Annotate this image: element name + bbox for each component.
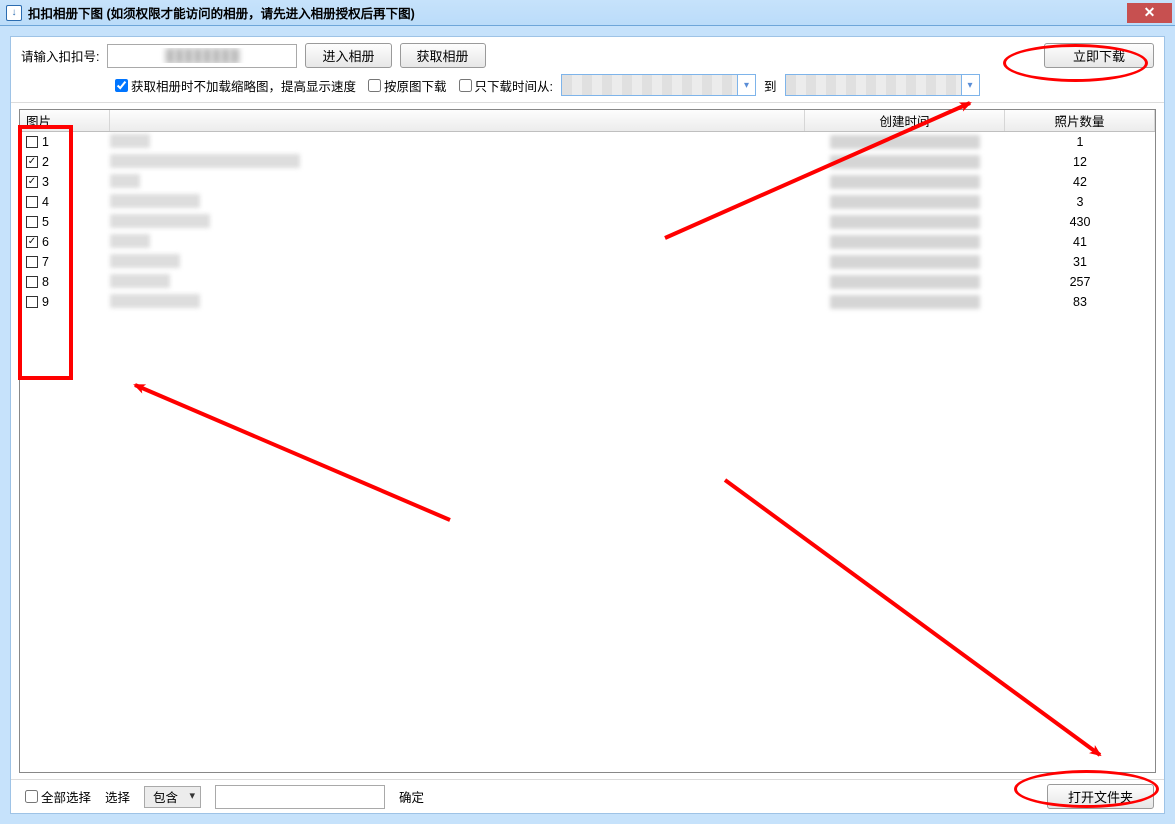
row-checkbox[interactable]	[26, 276, 38, 288]
get-album-button[interactable]: 获取相册	[400, 43, 486, 68]
photo-count: 12	[1005, 155, 1155, 169]
photo-count: 3	[1005, 195, 1155, 209]
photo-count: 430	[1005, 215, 1155, 229]
album-name-blurred	[110, 234, 150, 248]
date-range-checkbox[interactable]: 只下载时间从:	[455, 76, 553, 95]
row-checkbox[interactable]	[26, 296, 38, 308]
close-icon: ✕	[1144, 4, 1156, 21]
date-from-input[interactable]: ▾	[561, 74, 756, 96]
album-name-blurred	[110, 274, 170, 288]
created-time-blurred	[830, 295, 980, 309]
row-checkbox[interactable]	[26, 136, 38, 148]
created-time-blurred	[830, 175, 980, 189]
album-name-blurred	[110, 194, 200, 208]
photo-count: 42	[1005, 175, 1155, 189]
download-now-button[interactable]: 立即下载	[1044, 43, 1154, 68]
table-row[interactable]: 11	[20, 132, 1155, 152]
row-checkbox[interactable]	[26, 216, 38, 228]
photo-count: 31	[1005, 255, 1155, 269]
enter-album-button[interactable]: 进入相册	[305, 43, 391, 68]
id-label: 请输入扣扣号:	[21, 46, 99, 65]
title-bar: ↓ 扣扣相册下图 (如须权限才能访问的相册，请先进入相册授权后再下图) ✕	[0, 0, 1175, 26]
created-time-blurred	[830, 195, 980, 209]
match-mode-combo[interactable]: 包含	[144, 786, 201, 808]
no-thumbnail-label: 获取相册时不加载缩略图，提高显示速度	[131, 76, 356, 95]
album-list[interactable]: 图片 创建时间 照片数量 11✓212✓342435430✓6417318257…	[19, 109, 1156, 773]
album-name-blurred	[110, 174, 140, 188]
open-folder-button[interactable]: 打开文件夹	[1047, 784, 1154, 809]
created-time-blurred	[830, 275, 980, 289]
original-size-checkbox[interactable]: 按原图下载	[364, 76, 447, 95]
created-time-blurred	[830, 155, 980, 169]
photo-count: 1	[1005, 135, 1155, 149]
date-range-checkbox-input[interactable]	[459, 79, 472, 92]
column-name[interactable]	[110, 110, 805, 131]
row-number: 9	[42, 295, 49, 309]
select-all-label: 全部选择	[41, 787, 91, 806]
created-time-blurred	[830, 215, 980, 229]
created-time-blurred	[830, 235, 980, 249]
date-range-label: 只下载时间从:	[475, 76, 553, 95]
photo-count: 83	[1005, 295, 1155, 309]
top-toolbar: 请输入扣扣号: 进入相册 获取相册 立即下载 获取相册时不加载缩略图，提高显示速…	[11, 37, 1164, 103]
app-icon: ↓	[6, 5, 22, 21]
list-header: 图片 创建时间 照片数量	[20, 110, 1155, 132]
row-checkbox[interactable]: ✓	[26, 156, 38, 168]
row-checkbox[interactable]	[26, 256, 38, 268]
row-number: 6	[42, 235, 49, 249]
original-size-checkbox-input[interactable]	[368, 79, 381, 92]
row-checkbox[interactable]: ✓	[26, 236, 38, 248]
table-row[interactable]: ✓ 3 42	[20, 172, 1155, 192]
row-number: 8	[42, 275, 49, 289]
column-image[interactable]: 图片	[20, 110, 110, 131]
album-name-blurred	[110, 254, 180, 268]
table-row[interactable]: 9 83	[20, 292, 1155, 312]
select-all-checkbox-input[interactable]	[25, 790, 38, 803]
table-row[interactable]: 7 31	[20, 252, 1155, 272]
chevron-down-icon: ▾	[737, 75, 755, 95]
album-name-blurred	[110, 154, 300, 168]
row-number: 7	[42, 255, 49, 269]
table-row[interactable]: 8 257	[20, 272, 1155, 292]
album-name-blurred	[110, 214, 210, 228]
row-number: 4	[42, 195, 49, 209]
created-time-blurred	[830, 135, 980, 149]
date-to-label: 到	[764, 76, 777, 95]
select-all-checkbox[interactable]: 全部选择	[21, 787, 91, 806]
id-input[interactable]	[107, 44, 297, 68]
table-row[interactable]: ✓ 6 41	[20, 232, 1155, 252]
row-number: 1	[42, 135, 49, 149]
no-thumbnail-checkbox[interactable]: 获取相册时不加载缩略图，提高显示速度	[111, 76, 356, 95]
chevron-down-icon: ▾	[961, 75, 979, 95]
table-row[interactable]: 43	[20, 192, 1155, 212]
column-count[interactable]: 照片数量	[1005, 110, 1155, 131]
confirm-label: 确定	[399, 787, 424, 806]
photo-count: 41	[1005, 235, 1155, 249]
close-button[interactable]: ✕	[1127, 3, 1172, 23]
album-name-blurred	[110, 134, 150, 148]
filter-input[interactable]	[215, 785, 385, 809]
column-created[interactable]: 创建时间	[805, 110, 1005, 131]
table-row[interactable]: ✓ 2 12	[20, 152, 1155, 172]
no-thumbnail-checkbox-input[interactable]	[115, 79, 128, 92]
row-checkbox[interactable]	[26, 196, 38, 208]
window-title: 扣扣相册下图 (如须权限才能访问的相册，请先进入相册授权后再下图)	[28, 3, 415, 22]
row-checkbox[interactable]: ✓	[26, 176, 38, 188]
photo-count: 257	[1005, 275, 1155, 289]
album-name-blurred	[110, 294, 200, 308]
row-number: 2	[42, 155, 49, 169]
original-size-label: 按原图下载	[384, 76, 447, 95]
table-row[interactable]: 5 430	[20, 212, 1155, 232]
row-number: 3	[42, 175, 49, 189]
date-to-input[interactable]: ▾	[785, 74, 980, 96]
row-number: 5	[42, 215, 49, 229]
created-time-blurred	[830, 255, 980, 269]
bottom-bar: 全部选择 选择 包含 确定 打开文件夹	[11, 779, 1164, 813]
select-label: 选择	[105, 787, 130, 806]
